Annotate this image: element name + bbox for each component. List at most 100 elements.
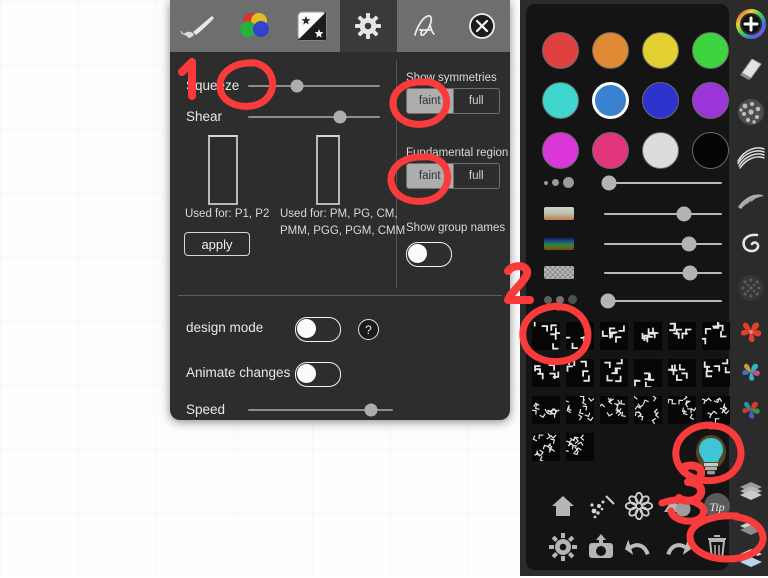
texture-ball-icon[interactable] (733, 92, 768, 132)
pattern-tile[interactable] (566, 433, 594, 461)
color-swatch-white[interactable] (642, 132, 679, 169)
pinwheel-red-icon[interactable] (733, 312, 768, 352)
lightbulb-icon[interactable] (694, 434, 728, 483)
magic-wand-icon[interactable] (586, 491, 616, 526)
speed-label: Speed (186, 402, 226, 417)
speed-slider[interactable] (248, 402, 393, 418)
tab-settings[interactable] (340, 0, 397, 52)
tip-button[interactable]: Tip (702, 491, 732, 526)
color-swatch-orange[interactable] (592, 32, 629, 69)
tab-brush[interactable] (170, 0, 227, 52)
color-swatch-blue[interactable] (592, 82, 629, 119)
show-symmetries-option-faint[interactable]: faint (407, 89, 453, 113)
color-swatch-red[interactable] (542, 32, 579, 69)
pattern-tile[interactable] (566, 359, 594, 387)
pattern-tile[interactable] (532, 322, 560, 350)
gear-icon[interactable] (548, 532, 578, 567)
squeeze-slider-track[interactable] (248, 79, 380, 93)
cell-shape-preview-b[interactable] (316, 135, 340, 205)
right-tool-panel: Tip (520, 0, 768, 576)
design-mode-toggle[interactable] (295, 317, 341, 342)
undo-icon[interactable] (624, 532, 654, 567)
pattern-tile[interactable] (600, 322, 628, 350)
layer-bottom-icon[interactable] (733, 538, 768, 578)
fundamental-region-segmented[interactable]: faint full (406, 163, 500, 189)
spacing-slider-track[interactable] (604, 300, 722, 302)
hue-shift-slider-track[interactable] (604, 243, 722, 245)
fundamental-region-option-faint[interactable]: faint (407, 164, 453, 188)
color-blend-slider-thumb[interactable] (676, 206, 692, 222)
gear-icon (355, 13, 382, 39)
tab-close[interactable] (453, 0, 510, 52)
pattern-tile[interactable] (566, 396, 594, 424)
pattern-tile[interactable] (668, 396, 696, 424)
shear-slider-track[interactable] (248, 110, 380, 124)
pattern-tile[interactable] (702, 359, 730, 387)
animate-changes-toggle[interactable] (295, 362, 341, 387)
palette-area: Tip (526, 4, 732, 570)
layers-icon[interactable] (733, 470, 768, 510)
pattern-tile[interactable] (634, 396, 662, 424)
dot (556, 295, 564, 304)
home-icon[interactable] (548, 491, 578, 526)
cell-shape-preview-a[interactable] (208, 135, 238, 205)
speed-slider-thumb[interactable] (364, 403, 378, 417)
color-swatch-pink[interactable] (592, 132, 629, 169)
color-blend-slider-track[interactable] (604, 213, 722, 215)
pattern-tile[interactable] (702, 396, 730, 424)
pinwheel-multi-icon[interactable] (733, 390, 768, 430)
pattern-tile[interactable] (532, 396, 560, 424)
squeeze-slider[interactable] (248, 78, 380, 94)
show-symmetries-segmented[interactable]: faint full (406, 88, 500, 114)
ribbon-icon[interactable] (733, 136, 768, 176)
tab-text[interactable] (397, 0, 454, 52)
pattern-tile[interactable] (600, 396, 628, 424)
help-button[interactable]: ? (358, 319, 379, 340)
opacity-slider-thumb[interactable] (682, 265, 698, 281)
brush-size-slider-thumb[interactable] (601, 175, 617, 191)
dotted-disc-icon[interactable] (733, 268, 768, 308)
tab-contrast[interactable] (283, 0, 340, 52)
pattern-tile[interactable] (668, 322, 696, 350)
add-color-icon[interactable] (733, 4, 768, 44)
hue-shift-slider-thumb[interactable] (681, 236, 697, 252)
color-swatch-green[interactable] (692, 32, 729, 69)
pattern-tile[interactable] (634, 359, 662, 387)
pattern-tile[interactable] (532, 359, 560, 387)
tool-side-strip (733, 0, 768, 576)
redo-icon[interactable] (662, 532, 692, 567)
color-swatch-cyan[interactable] (542, 82, 579, 119)
pattern-tile[interactable] (566, 322, 594, 350)
opacity-slider-track[interactable] (604, 272, 722, 274)
shapes-icon[interactable] (662, 491, 692, 526)
color-swatch-purple[interactable] (692, 82, 729, 119)
squeeze-slider-thumb[interactable] (290, 79, 304, 93)
curve-icon[interactable] (733, 224, 768, 264)
feather-icon[interactable] (733, 180, 768, 220)
speed-slider-track[interactable] (248, 403, 393, 417)
pattern-tile[interactable] (600, 359, 628, 387)
color-swatch-black[interactable] (692, 132, 729, 169)
pattern-tile[interactable] (532, 433, 560, 461)
color-swatch-indigo[interactable] (642, 82, 679, 119)
pattern-tile[interactable] (702, 322, 730, 350)
brush-size-slider-track[interactable] (604, 182, 722, 184)
spacing-slider-thumb[interactable] (600, 293, 616, 309)
fundamental-region-option-full[interactable]: full (454, 164, 500, 188)
apply-button[interactable]: apply (184, 232, 250, 256)
flower-icon[interactable] (624, 491, 654, 526)
pattern-tile[interactable] (668, 359, 696, 387)
trash-icon[interactable] (702, 532, 732, 567)
pattern-tile[interactable] (634, 322, 662, 350)
paintbrush-icon (179, 13, 217, 39)
shear-slider-thumb[interactable] (333, 110, 347, 124)
tab-color[interactable] (227, 0, 284, 52)
eraser-icon[interactable] (733, 48, 768, 88)
show-symmetries-option-full[interactable]: full (454, 89, 500, 113)
show-group-names-toggle[interactable] (406, 242, 452, 267)
camera-icon[interactable] (586, 532, 616, 567)
pinwheel-cyan-icon[interactable] (733, 352, 768, 392)
shear-slider[interactable] (248, 109, 380, 125)
color-swatch-yellow[interactable] (642, 32, 679, 69)
color-swatch-magenta[interactable] (542, 132, 579, 169)
